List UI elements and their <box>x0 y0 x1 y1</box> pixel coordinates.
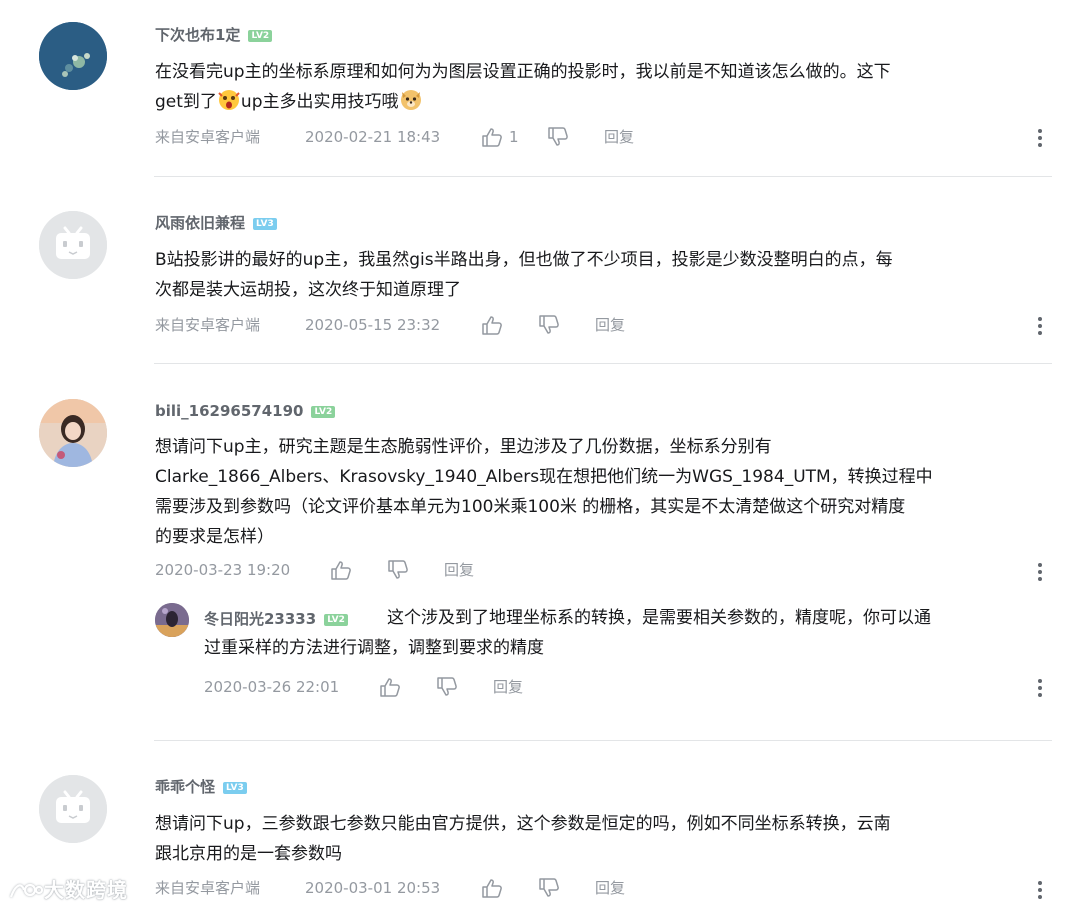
comment-text: 想请问下up，三参数跟七参数只能由官方提供，这个参数是恒定的吗，例如不同坐标系转… <box>155 814 891 864</box>
reply-button[interactable]: 回复 <box>493 676 523 698</box>
watermark-logo-icon <box>9 883 44 898</box>
comment-text-part: up主多出实用技巧哦 <box>240 92 399 112</box>
username-text[interactable]: 乖乖个怪 <box>155 778 215 796</box>
watermark-text: 大数跨境 <box>44 878 128 902</box>
comment-text: 想请问下up主，研究主题是生态脆弱性评价，里边涉及了几份数据，坐标系分别有 Cl… <box>155 437 933 547</box>
watermark: 大数跨境 <box>8 874 128 903</box>
reply-button[interactable]: 回复 <box>595 314 625 336</box>
username[interactable]: 下次也布1定 LV2 <box>155 25 273 45</box>
comment-text: B站投影讲的最好的up主，我虽然gis半路出身，但也做了不少项目，投影是少数没整… <box>155 250 893 300</box>
timestamp: 2020-03-01 20:53 <box>305 879 441 897</box>
reply-button[interactable]: 回复 <box>595 877 625 899</box>
timestamp: 2020-03-23 19:20 <box>155 561 291 579</box>
level-badge: LV2 <box>311 405 336 418</box>
avatar[interactable] <box>39 22 107 90</box>
comment-meta: 来自安卓客户端 2020-03-01 20:53 回复 <box>155 877 1055 899</box>
like-count: 1 <box>509 128 519 146</box>
shocked-emoji-icon <box>217 87 241 111</box>
reply-text: 这个涉及到了地理坐标系的转换，是需要相关参数的，精度呢，你可以通 过重采样的方法… <box>204 608 931 658</box>
like-icon[interactable] <box>481 127 503 147</box>
level-badge: LV2 <box>248 29 273 42</box>
client-source: 来自安卓客户端 <box>155 879 261 897</box>
more-options-icon[interactable] <box>1037 879 1043 901</box>
client-source: 来自安卓客户端 <box>155 316 261 334</box>
client-source: 来自安卓客户端 <box>155 128 261 146</box>
level-badge: LV3 <box>253 217 277 230</box>
divider <box>154 740 1052 741</box>
timestamp: 2020-05-15 23:32 <box>305 316 441 334</box>
username-text[interactable]: bili_16296574190 <box>155 402 303 420</box>
more-options-icon[interactable] <box>1037 315 1043 337</box>
more-options-icon[interactable] <box>1037 677 1043 699</box>
username[interactable]: bili_16296574190 LV2 <box>155 401 336 421</box>
more-options-icon[interactable] <box>1037 561 1043 583</box>
dislike-icon[interactable] <box>538 878 560 898</box>
like-icon[interactable] <box>481 878 503 898</box>
like-icon[interactable] <box>330 560 352 580</box>
avatar[interactable] <box>39 211 107 279</box>
username-text[interactable]: 风雨依旧兼程 <box>155 214 245 232</box>
avatar[interactable] <box>39 399 107 467</box>
username[interactable]: 乖乖个怪 LV3 <box>155 777 247 797</box>
comment-meta: 来自安卓客户端 2020-05-15 23:32 回复 <box>155 314 1055 336</box>
avatar[interactable] <box>155 603 189 637</box>
dislike-icon[interactable] <box>387 560 409 580</box>
avatar[interactable] <box>39 775 107 843</box>
like-icon[interactable] <box>379 677 401 697</box>
more-options-icon[interactable] <box>1037 127 1043 149</box>
reply-button[interactable]: 回复 <box>604 126 634 148</box>
reply-button[interactable]: 回复 <box>444 559 474 581</box>
comment-text: 在没看完up主的坐标系原理和如何为为图层设置正确的投影时，我以前是不知道该怎么做… <box>155 57 1055 117</box>
divider <box>154 363 1052 364</box>
username-text[interactable]: 下次也布1定 <box>155 26 240 44</box>
reply-meta: 2020-03-26 22:01 回复 <box>204 676 1054 698</box>
dislike-icon[interactable] <box>538 315 560 335</box>
like-icon[interactable] <box>481 315 503 335</box>
comment-meta: 来自安卓客户端 2020-02-21 18:43 1 回复 <box>155 126 1055 148</box>
level-badge: LV3 <box>223 781 247 794</box>
dislike-icon[interactable] <box>436 677 458 697</box>
username[interactable]: 风雨依旧兼程 LV3 <box>155 213 277 233</box>
timestamp: 2020-02-21 18:43 <box>305 128 441 146</box>
comment-meta: 2020-03-23 19:20 回复 <box>155 559 1055 581</box>
divider <box>154 176 1052 177</box>
dislike-icon[interactable] <box>547 127 569 147</box>
doge-emoji-icon <box>399 87 423 111</box>
timestamp: 2020-03-26 22:01 <box>204 678 340 696</box>
